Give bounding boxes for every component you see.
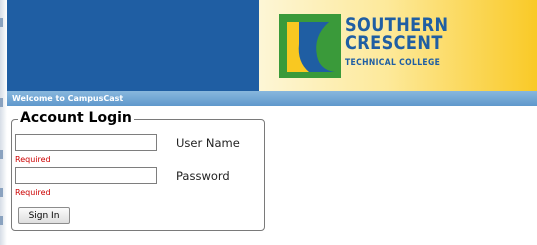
welcome-bar: Welcome to CampusCast (7, 91, 537, 106)
sign-in-button[interactable]: Sign In (18, 207, 70, 224)
logo-wordmark: SOUTHERN CRESCENT TECHNICAL COLLEGE (345, 16, 467, 69)
password-label: Password (176, 169, 230, 183)
edge-tick (0, 98, 3, 107)
crescent-logo-icon (279, 14, 341, 78)
account-login-legend: Account Login (18, 109, 134, 127)
college-logo: SOUTHERN CRESCENT TECHNICAL COLLEGE (259, 0, 537, 91)
edge-tick (0, 216, 3, 225)
left-edge-strip (0, 0, 7, 245)
logo-line-crescent: CRESCENT (345, 32, 443, 54)
edge-tick (0, 18, 3, 27)
edge-tick (0, 188, 3, 197)
username-input[interactable] (15, 134, 157, 151)
site-header: SOUTHERN CRESCENT TECHNICAL COLLEGE (7, 0, 537, 91)
password-input[interactable] (15, 167, 157, 184)
username-required-message: Required (15, 155, 51, 164)
username-label: User Name (176, 136, 240, 150)
password-required-message: Required (15, 188, 51, 197)
edge-tick (0, 150, 3, 159)
logo-line-technical-college: TECHNICAL COLLEGE (345, 58, 441, 68)
